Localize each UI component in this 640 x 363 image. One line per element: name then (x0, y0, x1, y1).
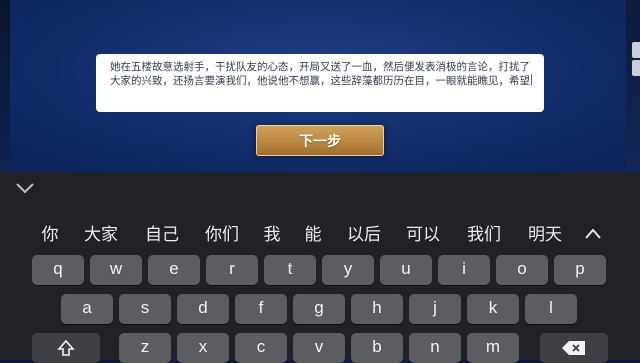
key-b[interactable]: b (351, 333, 403, 363)
text-caret (531, 74, 532, 85)
key-n[interactable]: n (409, 333, 461, 363)
key-e[interactable]: e (148, 255, 200, 285)
backspace-icon (562, 341, 585, 355)
candidate-bar: 你大家 自己 你们我能以后 可以 我们 明天 (0, 220, 640, 250)
candidate-word[interactable]: 你 (36, 220, 64, 250)
key-z[interactable]: z (119, 333, 171, 363)
key-i[interactable]: i (438, 255, 490, 285)
report-text: 她在五楼故意选射手，干扰队友的心态，开局又送了一血，然后便发表消极的言论，打扰了… (110, 61, 530, 87)
shift-icon (57, 339, 75, 356)
next-step-button[interactable]: 下一步 (256, 125, 384, 156)
candidate-word[interactable]: 能 (301, 220, 325, 250)
key-m[interactable]: m (467, 333, 519, 363)
key-p[interactable]: p (554, 255, 606, 285)
candidate-word[interactable]: 明天 (523, 220, 567, 250)
key-x[interactable]: x (177, 333, 229, 363)
keyboard-toolbar (0, 172, 640, 206)
key-t[interactable]: t (264, 255, 316, 285)
side-handle-bottom[interactable] (632, 60, 640, 76)
key-c[interactable]: c (235, 333, 287, 363)
key-a[interactable]: a (61, 294, 113, 324)
candidate-word[interactable]: 以后 (342, 220, 386, 250)
candidate-word[interactable]: 我们 (462, 220, 506, 250)
report-text-input[interactable]: 她在五楼故意选射手，干扰队友的心态，开局又送了一血，然后便发表消极的言论，打扰了… (96, 54, 544, 112)
key-q[interactable]: q (32, 255, 84, 285)
delete-key[interactable] (540, 333, 608, 363)
key-y[interactable]: y (322, 255, 374, 285)
key-u[interactable]: u (380, 255, 432, 285)
key-l[interactable]: l (525, 294, 577, 324)
key-g[interactable]: g (293, 294, 345, 324)
key-o[interactable]: o (496, 255, 548, 285)
key-j[interactable]: j (409, 294, 461, 324)
key-h[interactable]: h (351, 294, 403, 324)
next-step-label: 下一步 (299, 133, 341, 150)
side-handle-top[interactable] (632, 42, 640, 58)
right-edge (626, 0, 640, 172)
candidate-word[interactable]: 自己 (140, 220, 184, 250)
left-edge (0, 0, 10, 172)
key-f[interactable]: f (235, 294, 287, 324)
chevron-up-icon[interactable] (582, 224, 604, 244)
soft-keyboard: 你大家 自己 你们我能以后 可以 我们 明天 qwertyuiop asdfghjkl zxc… (0, 172, 640, 363)
key-v[interactable]: v (293, 333, 345, 363)
candidate-word[interactable]: 我 (260, 220, 284, 250)
key-r[interactable]: r (206, 255, 258, 285)
candidate-word[interactable]: 大家 (79, 220, 123, 250)
shift-key[interactable] (32, 333, 100, 363)
candidate-word[interactable]: 可以 (401, 220, 445, 250)
candidate-word[interactable]: 你们 (200, 220, 244, 250)
key-s[interactable]: s (119, 294, 171, 324)
key-w[interactable]: w (90, 255, 142, 285)
key-k[interactable]: k (467, 294, 519, 324)
key-d[interactable]: d (177, 294, 229, 324)
chevron-down-icon[interactable] (14, 180, 36, 196)
